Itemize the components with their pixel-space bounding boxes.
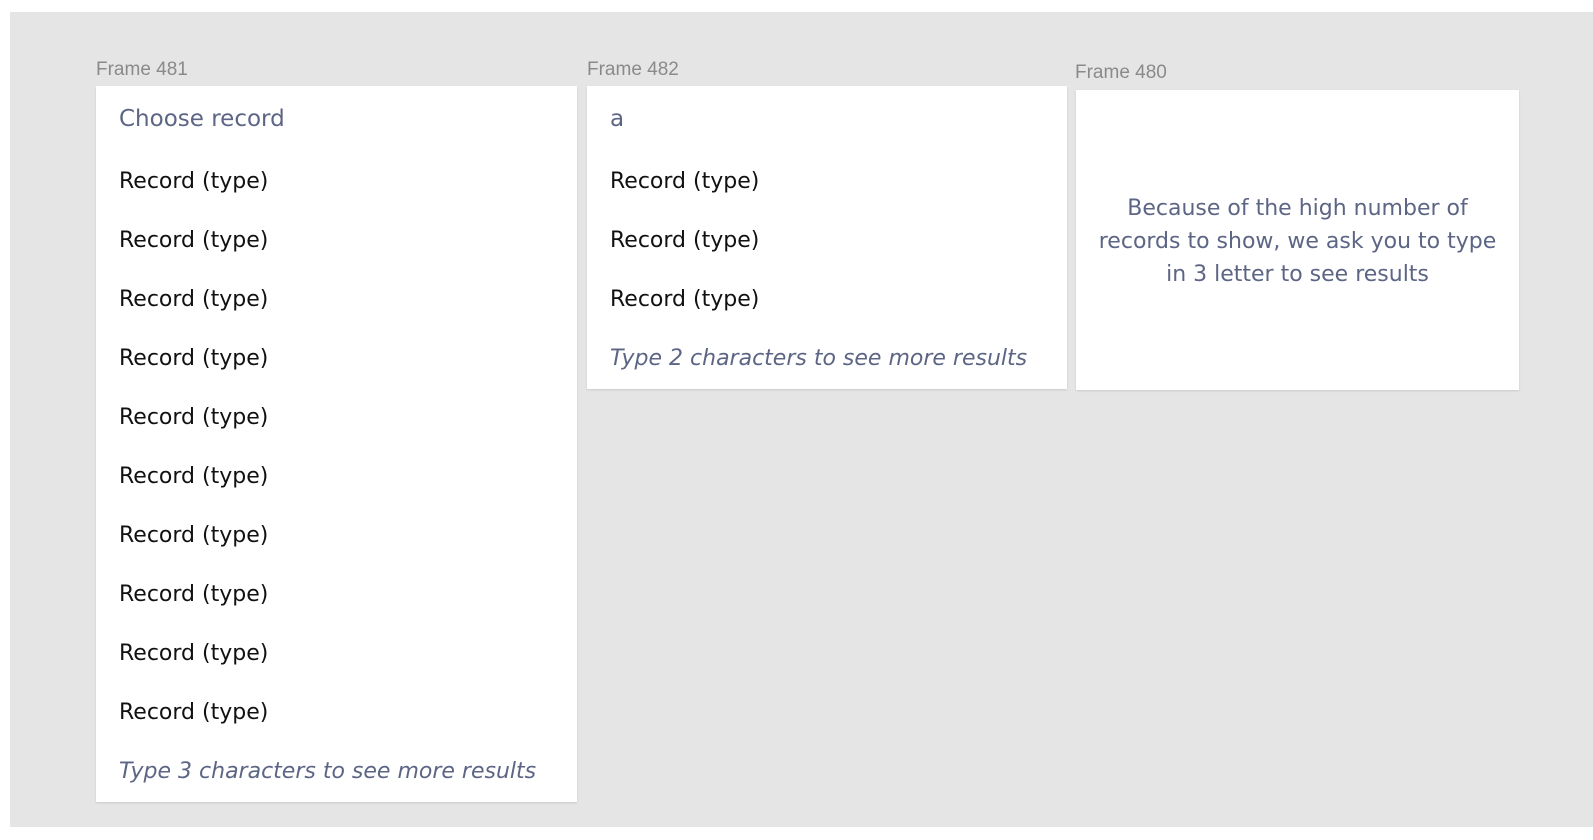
record-item[interactable]: Record (type) bbox=[119, 463, 268, 491]
choose-record-input[interactable]: Choose record bbox=[119, 105, 285, 133]
record-item[interactable]: Record (type) bbox=[119, 286, 268, 314]
record-item[interactable]: Record (type) bbox=[119, 640, 268, 668]
record-item[interactable]: Record (type) bbox=[119, 345, 268, 373]
search-input-value[interactable]: a bbox=[610, 105, 624, 133]
too-many-records-message: Because of the high number of records to… bbox=[1098, 196, 1497, 287]
more-results-hint: Type 3 characters to see more results bbox=[119, 759, 537, 784]
record-item[interactable]: Record (type) bbox=[610, 227, 759, 255]
record-item[interactable]: Record (type) bbox=[610, 286, 759, 314]
design-canvas: Frame 481 Choose record Record (type) Re… bbox=[10, 12, 1593, 827]
frame-481-label[interactable]: Frame 481 bbox=[96, 60, 188, 79]
record-item[interactable]: Record (type) bbox=[119, 168, 268, 196]
frame-480-label[interactable]: Frame 480 bbox=[1075, 63, 1167, 82]
frame-482[interactable]: a Record (type) Record (type) Record (ty… bbox=[587, 86, 1067, 389]
record-item[interactable]: Record (type) bbox=[119, 699, 268, 727]
frame-482-label[interactable]: Frame 482 bbox=[587, 60, 679, 79]
record-item[interactable]: Record (type) bbox=[119, 581, 268, 609]
record-item[interactable]: Record (type) bbox=[119, 227, 268, 255]
frame-481[interactable]: Choose record Record (type) Record (type… bbox=[96, 86, 577, 802]
more-results-hint: Type 2 characters to see more results bbox=[610, 346, 1028, 371]
record-item[interactable]: Record (type) bbox=[610, 168, 759, 196]
record-item[interactable]: Record (type) bbox=[119, 522, 268, 550]
frame-480[interactable]: Because of the high number of records to… bbox=[1076, 90, 1519, 390]
record-item[interactable]: Record (type) bbox=[119, 404, 268, 432]
